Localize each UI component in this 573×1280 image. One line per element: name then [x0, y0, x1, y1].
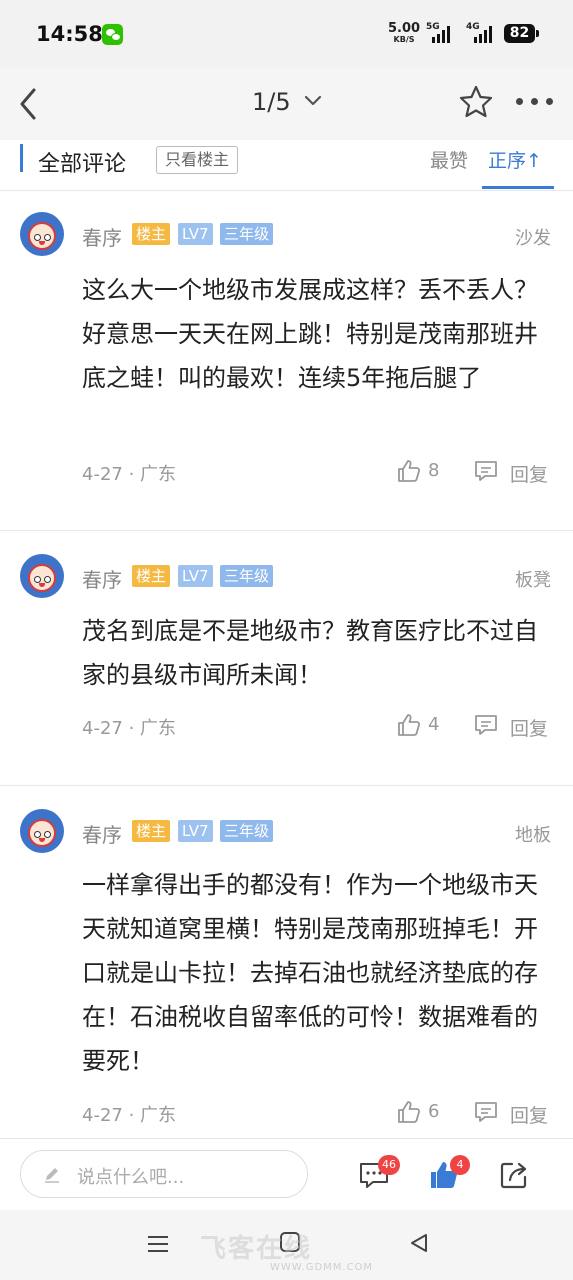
grade-badge: 三年级: [220, 223, 274, 245]
host-badge: 楼主: [132, 820, 171, 842]
like-count-badge: 4: [450, 1155, 470, 1175]
comment-text: 一样拿得出手的都没有！作为一个地级市天天就知道窝里横！特别是茂南那班掉毛！开口就…: [82, 871, 538, 1075]
comment-icon[interactable]: [473, 458, 499, 484]
all-comments-title: 全部评论: [38, 152, 127, 177]
username[interactable]: 春序: [82, 564, 122, 593]
comment-date-location: 4-27 · 广东: [82, 464, 177, 485]
reply-button[interactable]: 回复: [510, 714, 548, 741]
reply-button[interactable]: 回复: [510, 460, 548, 487]
comment-count-badge: 46: [378, 1155, 400, 1175]
comment-filter-bar: 全部评论 只看楼主 最赞 正序↑: [0, 140, 573, 190]
top-nav-bar: 1/5: [0, 68, 573, 140]
watermark-url: WWW.GDMM.COM: [270, 1262, 374, 1273]
wechat-icon: [102, 24, 123, 45]
star-icon[interactable]: [458, 84, 494, 120]
comment-date-location: 4-27 · 广东: [82, 718, 177, 739]
active-tab-underline: [482, 186, 554, 189]
username[interactable]: 春序: [82, 222, 122, 251]
speed-value: 5.00: [388, 21, 421, 36]
comment-item: 春序 楼主 LV7 三年级 地板 一样拿得出手的都没有！作为一个地级市天天就知道…: [0, 785, 573, 1138]
comment-text: 这么大一个地级市发展成这样？丢不丢人？好意思一天天在网上跳！特别是茂南那班井底之…: [82, 276, 538, 392]
grade-badge: 三年级: [220, 820, 274, 842]
sort-ascending-tab[interactable]: 正序↑: [488, 146, 542, 173]
comment-icon[interactable]: [473, 712, 499, 738]
thumbs-up-icon[interactable]: [396, 458, 422, 484]
sort-hot-tab[interactable]: 最赞: [430, 146, 468, 173]
floor-label: 板凳: [515, 570, 551, 591]
floor-label: 地板: [515, 825, 551, 846]
level-badge: LV7: [178, 820, 213, 842]
comment-text: 茂名到底是不是地级市？教育医疗比不过自家的县级市闻所未闻！: [82, 617, 538, 689]
watermark-logo: 飞客在线: [200, 1234, 313, 1264]
comment-input[interactable]: 说点什么吧...: [20, 1150, 308, 1198]
host-badge: 楼主: [132, 565, 171, 587]
thumbs-up-icon[interactable]: [396, 712, 422, 738]
system-navigation-bar: 飞客在线 WWW.GDMM.COM: [0, 1210, 573, 1280]
page-indicator[interactable]: 1/5: [252, 88, 291, 116]
avatar[interactable]: [20, 809, 64, 853]
reply-button[interactable]: 回复: [510, 1101, 548, 1128]
level-badge: LV7: [178, 565, 213, 587]
only-host-button[interactable]: 只看楼主: [156, 146, 239, 174]
more-icon[interactable]: [516, 98, 556, 108]
pencil-icon: [45, 1168, 59, 1183]
comment-item: 春序 楼主 LV7 三年级 沙发 这么大一个地级市发展成这样？丢不丢人？好意思一…: [0, 190, 573, 530]
host-badge: 楼主: [132, 223, 171, 245]
status-time: 14:58: [36, 22, 103, 46]
signal-icon: [432, 26, 452, 43]
username[interactable]: 春序: [82, 819, 122, 848]
comment-icon[interactable]: [473, 1099, 499, 1125]
thumbs-up-icon[interactable]: [396, 1099, 422, 1125]
battery-icon: 82: [504, 24, 539, 43]
section-accent-bar: [20, 144, 23, 172]
avatar[interactable]: [20, 554, 64, 598]
bottom-action-bar: 说点什么吧... 46 4: [0, 1138, 573, 1210]
floor-label: 沙发: [515, 228, 551, 249]
status-bar: 14:58 5.00 KB/S 5G 4G 82: [0, 0, 573, 68]
chevron-down-icon[interactable]: [304, 94, 322, 108]
like-count: 4: [428, 714, 440, 735]
comment-date-location: 4-27 · 广东: [82, 1105, 177, 1126]
network-speed: 5.00 KB/S: [388, 22, 420, 44]
grade-badge: 三年级: [220, 565, 274, 587]
back-triangle-icon[interactable]: [408, 1232, 430, 1254]
share-icon[interactable]: [498, 1159, 530, 1191]
speed-unit: KB/S: [393, 35, 415, 44]
like-count: 6: [428, 1101, 440, 1122]
comment-item: 春序 楼主 LV7 三年级 板凳 茂名到底是不是地级市？教育医疗比不过自家的县级…: [0, 530, 573, 785]
back-arrow-icon[interactable]: [14, 84, 48, 124]
avatar[interactable]: [20, 212, 64, 256]
level-badge: LV7: [178, 223, 213, 245]
signal-icon-2: [474, 26, 494, 43]
menu-icon[interactable]: [148, 1236, 168, 1252]
comment-input-placeholder: 说点什么吧...: [77, 1167, 185, 1188]
like-count: 8: [428, 460, 440, 481]
